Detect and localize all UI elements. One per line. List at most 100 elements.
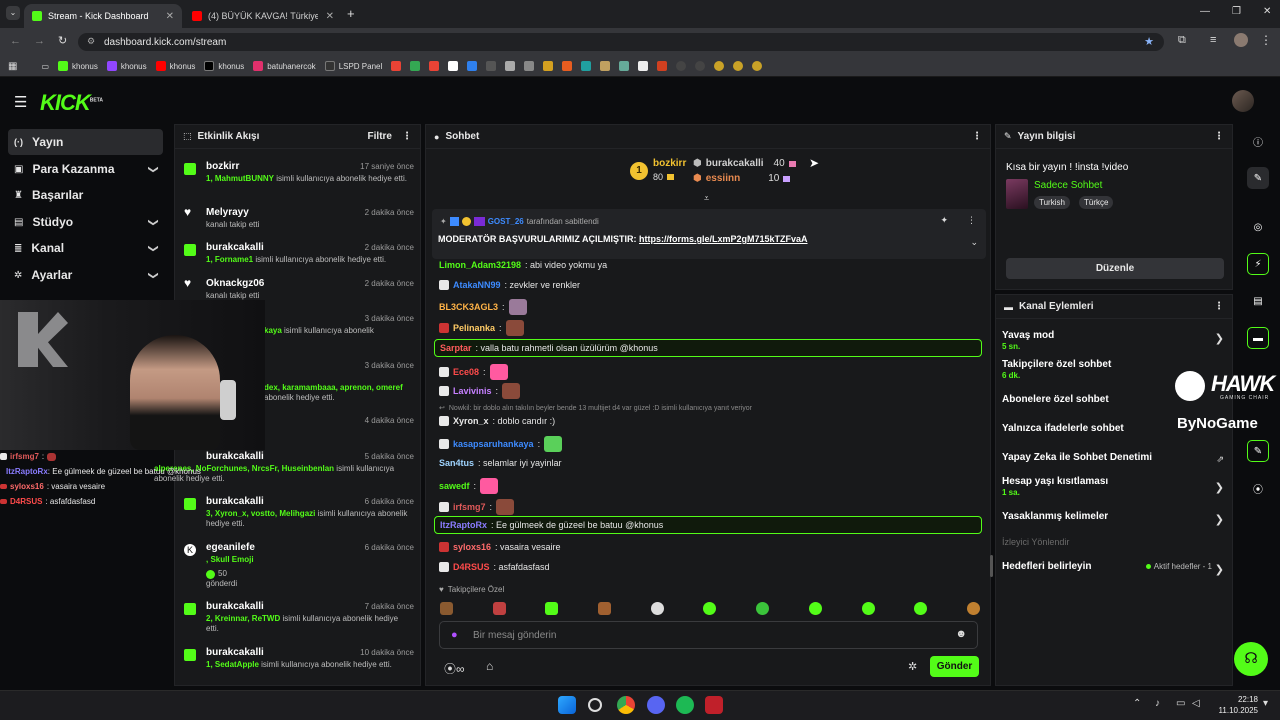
leaderboard-second[interactable]: ⬢ burakcakalli 40 [693,158,796,169]
bookmark-icon[interactable] [581,61,592,71]
spotify-icon[interactable] [676,696,694,714]
info-icon[interactable]: ⓘ [1247,130,1269,152]
bookmark-icon[interactable] [695,61,706,71]
support-chat-button[interactable]: ☊ [1234,642,1268,676]
microphone-icon[interactable]: ♪ [1155,698,1160,709]
kicks-icon[interactable]: ⦿ [1247,477,1269,499]
emote-icon[interactable] [440,601,453,615]
edit-button[interactable]: Düzenle [1006,258,1224,279]
leaderboard-first-name[interactable]: bozkirr [653,158,686,169]
action-banned-words[interactable]: Yasaklanmış kelimeler ❯ [1002,511,1224,537]
emote-icon[interactable] [966,601,980,615]
filter-button[interactable]: Filtre [368,131,392,142]
emote-icon[interactable] [861,601,875,615]
sidebar-item-ayarlar[interactable]: ✲ Ayarlar ❯ [8,262,163,288]
bookmark-icon[interactable] [543,61,554,71]
bookmark-lspd[interactable]: LSPD Panel [324,61,382,71]
emote-icon[interactable] [598,601,612,615]
action-slow-mode[interactable]: Yavaş mod 5 sn. ❯ [1002,330,1224,356]
close-window-icon[interactable]: ✕ [1263,6,1271,17]
bookmark-icon[interactable] [448,61,459,71]
emote-icon[interactable] [545,601,559,615]
bookmark-icon[interactable] [714,61,725,71]
new-tab-icon[interactable]: + [347,6,355,21]
category-thumbnail[interactable] [1006,179,1028,209]
more-options-icon[interactable]: ⋮ [1214,301,1224,312]
sidebar-item-studyo[interactable]: ▤ Stüdyo ❯ [8,209,163,235]
minimize-icon[interactable]: — [1200,6,1210,17]
bookmark-icon[interactable] [638,61,649,71]
send-button[interactable]: Gönder [930,656,979,677]
bookmark-icon[interactable] [619,61,630,71]
bookmark-twitch[interactable]: khonus [106,61,147,71]
hamburger-menu-icon[interactable]: ☰ [14,93,27,111]
more-options-icon[interactable]: ⋮ [402,131,412,142]
leaderboard-third[interactable]: ⬢ essiinn 10 [693,173,791,184]
apps-grid-icon[interactable]: ▦ [8,61,17,72]
bookmark-star-icon[interactable]: ★ [1144,35,1154,48]
clock[interactable]: 22:18 11.10.2025 [1208,694,1258,716]
gmail-icon[interactable] [410,61,421,71]
bookmark-x[interactable]: khonus [204,61,244,71]
edit-icon[interactable]: ✎ [1247,167,1269,189]
profile-avatar[interactable] [1234,33,1248,47]
windows-start-icon[interactable] [558,696,576,714]
wrench-icon[interactable]: ✎ [1247,440,1269,462]
clipboard-icon[interactable]: ▤ [1247,290,1269,312]
bookmark-icon[interactable] [524,61,535,71]
sidebar-item-kanal[interactable]: ≣ Kanal ❯ [8,235,163,261]
action-set-goals[interactable]: Hedefleri belirleyin Aktif hedefler - 1 ❯ [1002,561,1224,587]
chevron-down-icon[interactable]: ⌄ [970,237,978,248]
back-icon[interactable]: ← [10,35,21,47]
sidebar-item-para-kazanma[interactable]: ▣ Para Kazanma ❯ [8,156,163,182]
bookmark-youtube[interactable]: khonus [155,61,195,71]
address-bar[interactable]: ⚙ dashboard.kick.com/stream ★ [78,33,1164,51]
emoji-icon[interactable]: ☻ [955,628,967,640]
network-icon[interactable]: ▭ [1176,698,1185,709]
chat-input[interactable]: ● Bir mesaj gönderin ☻ [439,621,978,649]
gmail-icon[interactable] [391,61,402,71]
bookmark-icon[interactable] [752,61,763,71]
forward-icon[interactable]: → [34,35,45,47]
discord-icon[interactable] [647,696,665,714]
action-account-age[interactable]: Hesap yaşı kısıtlaması 1 sa. ❯ [1002,476,1224,502]
emote-icon[interactable] [492,601,506,615]
close-tab-icon[interactable]: ✕ [326,11,334,22]
extensions-icon[interactable]: ⧉ [1178,34,1186,47]
app-icon[interactable] [705,696,723,714]
bookmark-icon[interactable] [562,61,573,71]
tray-expand-icon[interactable]: ⌃ [1133,698,1141,709]
folder-icon[interactable]: ▭ [41,62,49,71]
chrome-icon[interactable] [617,696,635,714]
bookmark-kick[interactable]: khonus [58,61,98,71]
gmail-icon[interactable] [429,61,440,71]
bookmark-icon[interactable] [467,61,478,71]
emote-icon[interactable] [703,601,717,615]
pinned-link[interactable]: https://forms.gle/LxmP2gM715kTZFvaA [639,234,808,244]
more-options-icon[interactable]: ⋮ [972,131,982,142]
sidebar-item-basarilar[interactable]: ♜ Başarılar [8,182,163,208]
store-icon[interactable]: ⌂ [486,659,493,673]
tab-youtube[interactable]: (4) BÜYÜK KAVGA! Türkiye'de Y ✕ [184,4,342,28]
more-options-icon[interactable]: ⋮ [1214,131,1224,142]
microphone-icon[interactable]: ● [451,629,458,641]
more-options-icon[interactable]: ⋮ [967,215,976,226]
lightning-icon[interactable]: ⚡ [1247,253,1269,275]
search-icon[interactable] [588,698,602,712]
category-link[interactable]: Sadece Sohbet [1034,180,1102,191]
bookmark-icon[interactable] [486,61,497,71]
notification-bell-icon[interactable]: ▾ [1263,698,1268,709]
site-info-icon[interactable]: ⚙ [87,36,95,47]
tag-chip[interactable]: Turkish [1034,196,1070,209]
chat-icon[interactable]: ▬ [1247,327,1269,349]
media-icon[interactable]: ≡ [1210,34,1216,46]
tab-kick-dashboard[interactable]: Stream - Kick Dashboard ✕ [24,4,182,28]
kick-logo[interactable]: KICKBETA [40,90,103,116]
unpin-icon[interactable]: ✦ [940,215,948,226]
chat-scrollbar[interactable] [990,555,993,577]
tag-chip[interactable]: Türkçe [1079,196,1114,209]
bookmark-instagram[interactable]: batuhanercok [253,61,316,71]
bookmark-icon[interactable] [733,61,744,71]
maximize-icon[interactable]: ❐ [1232,6,1241,17]
close-tab-icon[interactable]: ✕ [166,11,174,22]
